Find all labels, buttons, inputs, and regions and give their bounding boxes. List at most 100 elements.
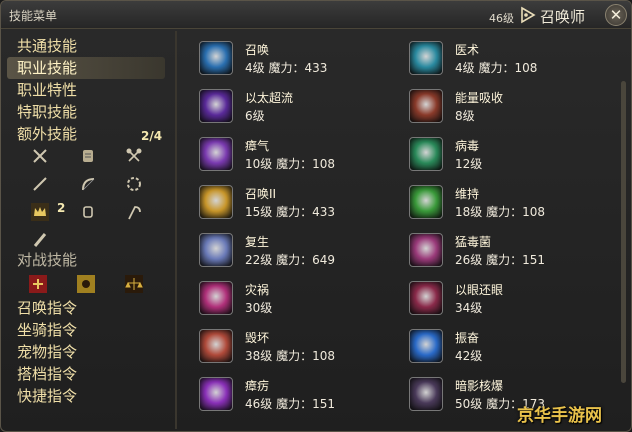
fist-icon[interactable] [79, 203, 97, 221]
summon-icon[interactable] [199, 41, 233, 75]
skill-level-cost: 4级 魔力：108 [455, 61, 538, 75]
crossed-axes-icon[interactable] [125, 147, 143, 165]
skill-name: 瘴疠 [245, 379, 270, 393]
skill-level-cost: 22级 魔力：649 [245, 253, 335, 267]
bane-icon[interactable] [199, 281, 233, 315]
skill-entry[interactable]: 猛毒菌 26级 魔力：151 [409, 233, 609, 277]
rouse-icon[interactable] [409, 329, 443, 363]
category-extra[interactable]: 额外技能 [17, 123, 77, 145]
job-name: 召唤师 [540, 8, 586, 26]
skill-entry[interactable]: 医术 4级 魔力：108 [409, 41, 609, 85]
miasma-ii-icon[interactable] [199, 377, 233, 411]
skill-entry[interactable]: 病毒 12级 [409, 137, 609, 181]
extra-slot-count: 2/4 [141, 129, 163, 143]
skill-name: 医术 [455, 43, 480, 57]
skill-entry[interactable]: 维持 18级 魔力：108 [409, 185, 609, 229]
miasma-icon[interactable] [199, 137, 233, 171]
scroll-icon[interactable] [79, 147, 97, 165]
skill-level-cost: 34级 [455, 301, 483, 315]
lance-icon[interactable] [31, 175, 49, 193]
crossed-swords-icon[interactable] [31, 147, 49, 165]
scrollbar[interactable] [621, 81, 626, 383]
skill-name: 猛毒菌 [455, 235, 492, 249]
skill-name: 暗影核爆 [455, 379, 504, 393]
pvp-scales-icon[interactable] [125, 275, 143, 293]
category-quick-commands[interactable]: 快捷指令 [17, 385, 77, 407]
wreath-icon[interactable] [125, 175, 143, 193]
category-job-traits[interactable]: 职业特性 [17, 79, 77, 101]
skill-level-cost: 26级 魔力：151 [455, 253, 545, 267]
player-level: 46级 [489, 12, 514, 25]
eye-for-an-eye-icon[interactable] [409, 281, 443, 315]
skill-entry[interactable]: 复生 22级 魔力：649 [199, 233, 399, 277]
skill-menu-window: 技能菜单 46级 召唤师 ✕ 共通技能 职业技能 职业特性 特职技能 额外技能 … [0, 0, 632, 432]
skill-list: 召唤 4级 魔力：433 以太超流 6级瘴气 10级 魔力：108 召唤II 15级 魔力：… [179, 31, 619, 431]
category-pvp[interactable]: 对战技能 [17, 249, 77, 271]
skill-entry[interactable]: 能量吸收 8级 [409, 89, 609, 133]
crown-icon[interactable] [31, 203, 49, 221]
skill-level-cost: 12级 [455, 157, 483, 171]
virus-icon[interactable] [409, 137, 443, 171]
category-common[interactable]: 共通技能 [17, 35, 77, 57]
category-job[interactable]: 职业技能 [7, 57, 165, 79]
slot-count-badge: 2 [57, 201, 66, 215]
energy-drain-icon[interactable] [409, 89, 443, 123]
aetherflow-icon[interactable] [199, 89, 233, 123]
bow-icon[interactable] [79, 175, 97, 193]
category-special-job[interactable]: 特职技能 [17, 101, 77, 123]
skill-level-cost: 4级 魔力：433 [245, 61, 328, 75]
category-companion-commands[interactable]: 搭档指令 [17, 363, 77, 385]
pvp-red-icon[interactable] [29, 275, 47, 293]
pvp-gold-icon[interactable] [77, 275, 95, 293]
skill-entry[interactable]: 瘴疠 46级 魔力：151 [199, 377, 399, 421]
skill-level-cost: 10级 魔力：108 [245, 157, 335, 171]
skill-name: 振奋 [455, 331, 480, 345]
physick-icon[interactable] [409, 41, 443, 75]
skill-name: 召唤 [245, 43, 270, 57]
skill-name: 召唤II [245, 187, 277, 201]
skill-entry[interactable]: 瘴气 10级 魔力：108 [199, 137, 399, 181]
watermark: 京华手游网 [517, 406, 602, 426]
category-summon-commands[interactable]: 召唤指令 [17, 297, 77, 319]
skill-name: 瘴气 [245, 139, 270, 153]
skill-entry[interactable]: 灾祸 30级 [199, 281, 399, 325]
skill-level-cost: 8级 [455, 109, 475, 123]
skill-level-cost: 18级 魔力：108 [455, 205, 545, 219]
skill-entry[interactable]: 以眼还眼 34级 [409, 281, 609, 325]
window-title: 技能菜单 [9, 9, 58, 23]
bio-ii-icon[interactable] [409, 233, 443, 267]
skill-name: 维持 [455, 187, 480, 201]
skill-level-cost: 38级 魔力：108 [245, 349, 335, 363]
skill-level-cost: 6级 [245, 109, 265, 123]
scythe-icon[interactable] [125, 203, 143, 221]
skill-name: 以眼还眼 [455, 283, 504, 297]
skill-name: 毁坏 [245, 331, 270, 345]
blade-icon[interactable] [31, 231, 49, 249]
ruin-icon[interactable] [199, 329, 233, 363]
skill-entry[interactable]: 振奋 42级 [409, 329, 609, 373]
panel-divider [175, 31, 177, 429]
close-button[interactable]: ✕ [605, 4, 627, 26]
summoner-job-icon [521, 6, 536, 24]
skill-name: 病毒 [455, 139, 480, 153]
skill-level-cost: 30级 [245, 301, 273, 315]
title-bar: 技能菜单 46级 召唤师 ✕ [1, 1, 631, 29]
skill-entry[interactable]: 以太超流 6级 [199, 89, 399, 133]
skill-entry[interactable]: 召唤 4级 魔力：433 [199, 41, 399, 85]
skill-entry[interactable]: 召唤II 15级 魔力：433 [199, 185, 399, 229]
skill-level-cost: 15级 魔力：433 [245, 205, 335, 219]
skill-name: 以太超流 [245, 91, 294, 105]
category-mount-commands[interactable]: 坐骑指令 [17, 319, 77, 341]
category-pet-commands[interactable]: 宠物指令 [17, 341, 77, 363]
skill-level-cost: 42级 [455, 349, 483, 363]
skill-level-cost: 46级 魔力：151 [245, 397, 335, 411]
category-sidebar: 共通技能 职业技能 职业特性 特职技能 额外技能 2/4 2 对战技能 召唤指令… [1, 29, 175, 431]
resurrection-icon[interactable] [199, 233, 233, 267]
skill-name: 能量吸收 [455, 91, 504, 105]
summon-ii-icon[interactable] [199, 185, 233, 219]
skill-name: 复生 [245, 235, 270, 249]
sustain-icon[interactable] [409, 185, 443, 219]
close-icon: ✕ [609, 6, 623, 24]
shadow-flare-icon[interactable] [409, 377, 443, 411]
skill-entry[interactable]: 毁坏 38级 魔力：108 [199, 329, 399, 373]
